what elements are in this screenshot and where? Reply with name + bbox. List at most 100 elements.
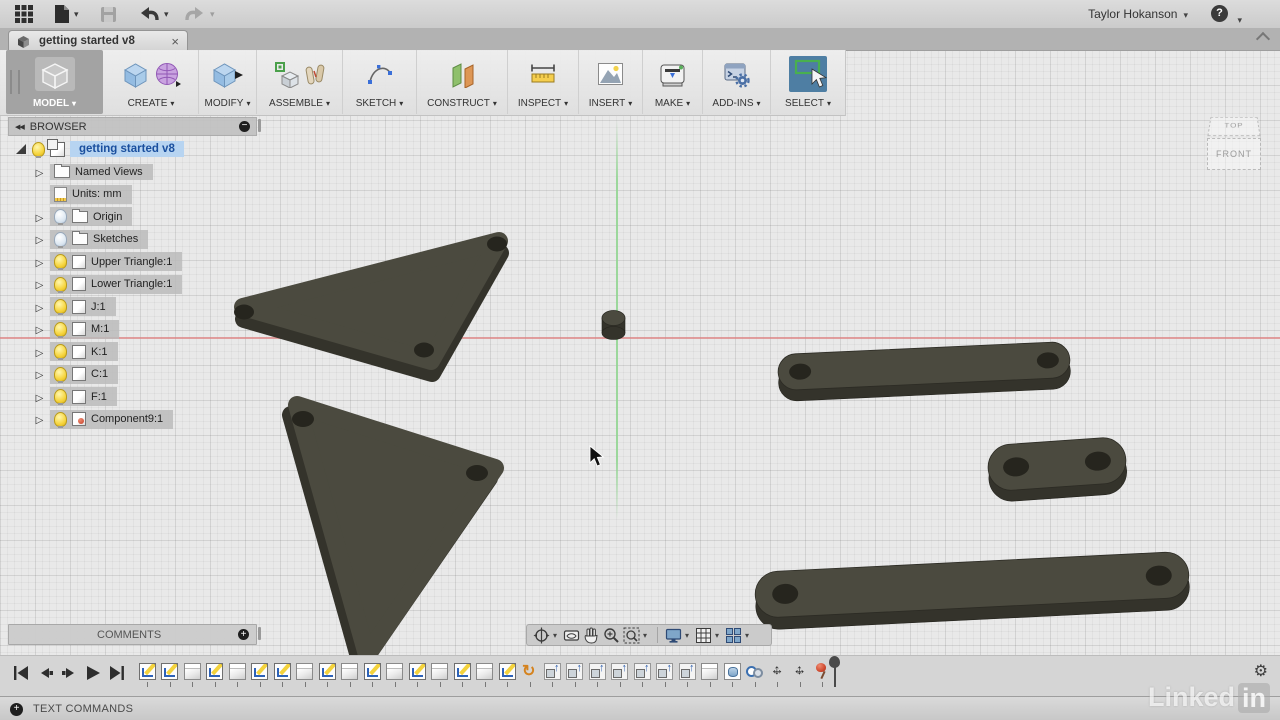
workspace-selector[interactable]: MODEL	[6, 50, 103, 114]
orbit-icon[interactable]	[533, 627, 550, 644]
visibility-bulb-icon[interactable]	[54, 389, 67, 404]
menu-construct[interactable]: CONSTRUCT	[417, 50, 508, 114]
comments-panel-header[interactable]: COMMENTS	[8, 624, 257, 645]
browser-item-f-1[interactable]: F:1	[34, 387, 117, 407]
timeline-feature-component[interactable]	[589, 663, 606, 680]
timeline-feature-sketch[interactable]	[409, 663, 426, 680]
insert-image-icon[interactable]	[597, 62, 624, 86]
browser-item-chip[interactable]: Named Views	[50, 164, 153, 180]
timeline-feature-component[interactable]	[656, 663, 673, 680]
fit-menu-caret[interactable]	[643, 631, 650, 640]
modify-icon[interactable]	[211, 61, 244, 88]
visibility-bulb-icon[interactable]	[54, 322, 67, 337]
select-icon[interactable]	[789, 56, 827, 92]
visibility-bulb-icon[interactable]	[54, 209, 67, 224]
upper-triangle-body[interactable]	[234, 237, 507, 374]
browser-item-label[interactable]: F:1	[91, 391, 107, 403]
expander-collapsed-icon[interactable]	[34, 208, 45, 226]
redo-button[interactable]	[184, 4, 215, 24]
browser-item-label[interactable]: Units: mm	[72, 188, 122, 200]
expander-collapsed-icon[interactable]	[34, 320, 45, 338]
browser-item-c-1[interactable]: C:1	[34, 364, 118, 384]
make-3dprint-icon[interactable]	[659, 61, 686, 88]
text-commands-label[interactable]: TEXT COMMANDS	[33, 703, 133, 715]
timeline-feature-component[interactable]	[611, 663, 628, 680]
timeline-feature-body[interactable]	[341, 663, 358, 680]
link-bar-long-top[interactable]	[777, 341, 1071, 401]
timeline-feature-sketch[interactable]	[161, 663, 178, 680]
joint-icon[interactable]	[305, 61, 325, 88]
menu-select[interactable]: SELECT	[771, 50, 845, 114]
display-settings-caret[interactable]	[685, 631, 692, 640]
grid-settings-caret[interactable]	[715, 631, 722, 640]
browser-item-chip[interactable]: Units: mm	[50, 185, 132, 204]
toolbar-drag-handle[interactable]	[10, 70, 20, 94]
timeline-feature-component[interactable]	[566, 663, 583, 680]
look-at-icon[interactable]	[563, 627, 580, 644]
browser-item-chip[interactable]: getting started v8	[32, 141, 184, 157]
timeline-go-to-start-button[interactable]	[12, 664, 30, 682]
create-form-icon[interactable]	[154, 61, 181, 88]
browser-item-chip[interactable]: Sketches	[50, 230, 148, 249]
timeline-feature-move[interactable]	[769, 663, 786, 680]
user-menu[interactable]: Taylor Hokanson	[1088, 7, 1188, 21]
timeline-settings-gear-icon[interactable]	[1254, 661, 1268, 681]
viewports-icon[interactable]	[725, 627, 742, 644]
visibility-bulb-icon[interactable]	[54, 232, 67, 247]
expander-collapsed-icon[interactable]	[34, 230, 45, 248]
menu-insert[interactable]: INSERT	[579, 50, 643, 114]
browser-item-chip[interactable]: Upper Triangle:1	[50, 252, 182, 271]
file-menu-button[interactable]	[54, 4, 79, 24]
menu-assemble[interactable]: ASSEMBLE	[257, 50, 343, 114]
visibility-bulb-icon[interactable]	[54, 254, 67, 269]
visibility-bulb-icon[interactable]	[54, 344, 67, 359]
tab-close-icon[interactable]	[171, 35, 179, 48]
construct-icon[interactable]	[449, 61, 476, 88]
text-commands-icon[interactable]	[10, 703, 23, 716]
timeline-feature-ground-pin[interactable]	[814, 663, 831, 680]
document-tab[interactable]: getting started v8	[8, 30, 188, 51]
cylinder-body[interactable]	[602, 311, 625, 340]
browser-item-label[interactable]: Origin	[93, 211, 122, 223]
browser-item-label[interactable]: getting started v8	[70, 141, 184, 157]
timeline-feature-sketch[interactable]	[139, 663, 156, 680]
viewcube-top-face[interactable]: TOP	[1207, 117, 1260, 136]
timeline-go-to-end-button[interactable]	[108, 664, 126, 682]
timeline-feature-joint-revolute[interactable]	[521, 663, 538, 680]
browser-item-sketches[interactable]: Sketches	[34, 229, 148, 249]
expander-collapsed-icon[interactable]	[34, 410, 45, 428]
expander-collapsed-icon[interactable]	[34, 365, 45, 383]
timeline-position-marker-head[interactable]	[829, 656, 840, 668]
browser-item-upper-triangle-1[interactable]: Upper Triangle:1	[34, 252, 182, 272]
pan-icon[interactable]	[583, 627, 600, 644]
browser-item-chip[interactable]: J:1	[50, 297, 116, 316]
sketch-icon[interactable]	[365, 61, 395, 87]
comments-expand-icon[interactable]	[238, 629, 249, 640]
toolbar-collapse-chevron-icon[interactable]	[1256, 32, 1270, 46]
browser-item-component9-1[interactable]: Component9:1	[34, 409, 173, 429]
expander-expanded-icon[interactable]	[16, 144, 26, 154]
browser-item-chip[interactable]: M:1	[50, 320, 119, 339]
app-grid-icon[interactable]	[14, 4, 34, 24]
browser-item-chip[interactable]: Component9:1	[50, 410, 173, 429]
timeline-feature-joint[interactable]	[746, 663, 763, 680]
timeline-feature-body[interactable]	[229, 663, 246, 680]
timeline-feature-body[interactable]	[431, 663, 448, 680]
menu-make[interactable]: MAKE	[643, 50, 703, 114]
browser-item-units-mm[interactable]: Units: mm	[34, 184, 132, 204]
visibility-bulb-icon[interactable]	[54, 299, 67, 314]
browser-item-label[interactable]: Sketches	[93, 233, 138, 245]
expander-collapsed-icon[interactable]	[34, 298, 45, 316]
timeline-feature-body[interactable]	[184, 663, 201, 680]
browser-item-getting-started-v8[interactable]: getting started v8	[16, 139, 184, 159]
visibility-bulb-icon[interactable]	[32, 142, 45, 157]
timeline-feature-sketch[interactable]	[364, 663, 381, 680]
browser-item-chip[interactable]: F:1	[50, 387, 117, 406]
timeline-feature-sketch[interactable]	[206, 663, 223, 680]
create-solid-icon[interactable]	[122, 61, 149, 88]
menu-create[interactable]: CREATE	[104, 50, 199, 114]
timeline-feature-component[interactable]	[544, 663, 561, 680]
timeline-step-forward-button[interactable]	[60, 664, 78, 682]
timeline-play-button[interactable]	[84, 664, 102, 682]
visibility-bulb-icon[interactable]	[54, 367, 67, 382]
